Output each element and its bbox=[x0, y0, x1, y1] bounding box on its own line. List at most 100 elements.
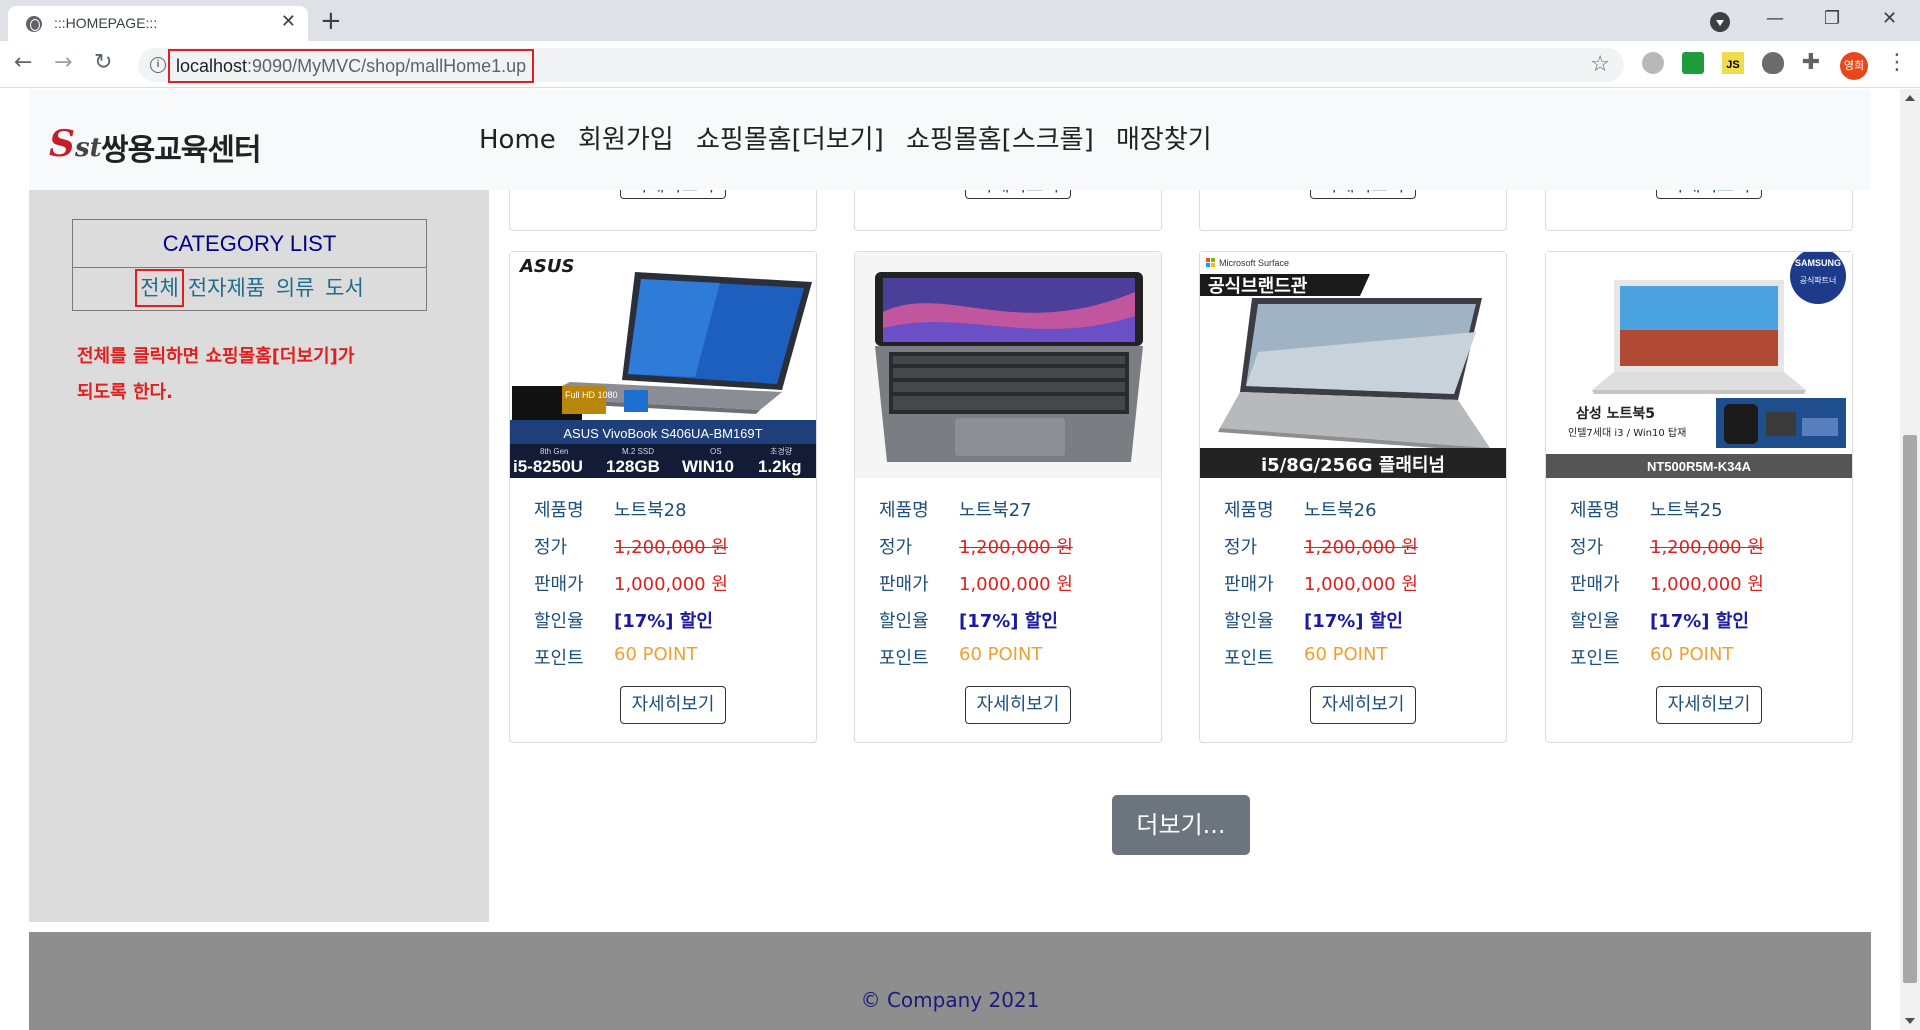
spec-head: M.2 SSD bbox=[622, 447, 654, 456]
footer-copyright: © Company 2021 bbox=[860, 988, 1040, 1012]
site-footer: © Company 2021 bbox=[29, 932, 1871, 1030]
product-name: 노트북26 bbox=[1304, 500, 1377, 521]
product-image[interactable]: Microsoft Surface 공식브랜드관 i5/8G/256G 플래티넘 bbox=[1200, 252, 1506, 478]
product-badge: 공식파트너 bbox=[1800, 275, 1837, 285]
tab-search-icon[interactable] bbox=[1710, 12, 1730, 32]
nav-home[interactable]: Home bbox=[479, 125, 556, 155]
page-container: CATEGORY LIST 전체 전자제품 의류 도서 전체를 클릭하면 쇼핑몰홈… bbox=[29, 89, 1871, 1030]
name-label: 제품명 bbox=[1570, 500, 1620, 521]
name-label: 제품명 bbox=[534, 500, 584, 521]
product-price: 1,200,000 원 bbox=[959, 537, 1073, 558]
category-note-line1: 전체를 클릭하면 쇼핑몰홈[더보기]가 bbox=[77, 346, 355, 367]
product-price: 1,200,000 원 bbox=[1650, 537, 1764, 558]
product-banner: 공식브랜드관 bbox=[1208, 276, 1308, 297]
detail-button[interactable]: 자세히보기 bbox=[1656, 686, 1762, 724]
product-image[interactable] bbox=[855, 252, 1161, 478]
page-scrollbar[interactable] bbox=[1900, 89, 1920, 1030]
browser-tab[interactable]: :::HOMEPAGE::: ✕ bbox=[8, 6, 308, 41]
back-icon[interactable]: ← bbox=[14, 50, 32, 76]
product-sale-price: 1,000,000 원 bbox=[1304, 574, 1418, 595]
minimize-icon[interactable]: — bbox=[1766, 8, 1784, 29]
product-card: 제품명 노트북27 정가 1,200,000 원 판매가 1,000,000 원 할인… bbox=[854, 251, 1162, 743]
spec-head: OS bbox=[710, 447, 722, 456]
scroll-up-icon[interactable] bbox=[1905, 95, 1915, 101]
site-info-icon[interactable]: i bbox=[150, 57, 166, 73]
product-model: ASUS VivoBook S406UA-BM169T bbox=[563, 426, 762, 441]
category-electronics[interactable]: 전자제품 bbox=[188, 276, 265, 300]
site-header: Sst 쌍용교육센터 Home 회원가입 쇼핑몰홈[더보기] 쇼핑몰홈[스크롤]… bbox=[29, 89, 1871, 190]
nav-signup[interactable]: 회원가입 bbox=[578, 125, 674, 155]
spec-value: i5-8250U bbox=[513, 457, 583, 476]
sale-label: 판매가 bbox=[1224, 574, 1274, 595]
forward-icon[interactable]: → bbox=[54, 50, 72, 76]
nav-shop-more[interactable]: 쇼핑몰홈[더보기] bbox=[696, 125, 884, 155]
browser-tab-bar: :::HOMEPAGE::: ✕ + — ❐ ✕ bbox=[0, 0, 1920, 41]
point-label: 포인트 bbox=[1224, 648, 1274, 669]
extension-green-icon[interactable] bbox=[1682, 52, 1704, 74]
product-point: 60 POINT bbox=[959, 644, 1043, 665]
nav-shop-scroll[interactable]: 쇼핑몰홈[스크롤] bbox=[906, 125, 1094, 155]
product-card: Microsoft Surface 공식브랜드관 i5/8G/256G 플래티넘… bbox=[1199, 251, 1507, 743]
restore-icon[interactable]: ❐ bbox=[1824, 8, 1840, 29]
detail-button[interactable]: 자세히보기 bbox=[620, 686, 726, 724]
product-point: 60 POINT bbox=[1650, 644, 1734, 665]
detail-button[interactable]: 자세히보기 bbox=[1310, 686, 1416, 724]
product-sale-price: 1,000,000 원 bbox=[959, 574, 1073, 595]
product-subtitle: 인텔7세대 i3 / Win10 탑재 bbox=[1568, 427, 1686, 439]
product-card: ASUS Full HD 1080 ASUS VivoBook S406UA-B… bbox=[509, 251, 817, 743]
new-tab-icon[interactable]: + bbox=[320, 6, 342, 36]
rate-label: 할인율 bbox=[534, 611, 584, 632]
product-badge: Full HD 1080 bbox=[565, 390, 618, 400]
sale-label: 판매가 bbox=[534, 574, 584, 595]
product-sale-price: 1,000,000 원 bbox=[614, 574, 728, 595]
price-label: 정가 bbox=[879, 537, 913, 558]
tab-close-icon[interactable]: ✕ bbox=[281, 12, 296, 32]
tab-title: :::HOMEPAGE::: bbox=[54, 15, 158, 31]
category-clothing[interactable]: 의류 bbox=[276, 276, 315, 300]
page-viewport: CATEGORY LIST 전체 전자제품 의류 도서 전체를 클릭하면 쇼핑몰홈… bbox=[0, 89, 1900, 1030]
bookmark-star-icon[interactable]: ☆ bbox=[1590, 52, 1610, 77]
scroll-down-icon[interactable] bbox=[1905, 1018, 1915, 1024]
spec-value: WIN10 bbox=[682, 457, 734, 476]
category-note: 전체를 클릭하면 쇼핑몰홈[더보기]가 되도록 한다. bbox=[77, 339, 437, 411]
profile-avatar[interactable]: 영희 bbox=[1840, 52, 1868, 80]
product-point: 60 POINT bbox=[614, 644, 698, 665]
rate-label: 할인율 bbox=[879, 611, 929, 632]
category-note-line2: 되도록 한다. bbox=[77, 382, 173, 403]
product-discount: [17%] 할인 bbox=[1650, 611, 1749, 632]
sale-label: 판매가 bbox=[879, 574, 929, 595]
url-text[interactable]: localhost:9090/MyMVC/shop/mallHome1.up bbox=[168, 49, 535, 83]
category-all[interactable]: 전체 bbox=[135, 269, 184, 307]
load-more-button[interactable]: 더보기... bbox=[1112, 795, 1250, 855]
product-price: 1,200,000 원 bbox=[614, 537, 728, 558]
product-discount: [17%] 할인 bbox=[614, 611, 713, 632]
category-books[interactable]: 도서 bbox=[325, 276, 364, 300]
extension-js-icon[interactable]: JS bbox=[1722, 52, 1744, 74]
product-discount: [17%] 할인 bbox=[1304, 611, 1403, 632]
browser-toolbar: ← → ↻ i localhost:9090/MyMVC/shop/mallHo… bbox=[0, 41, 1920, 88]
category-list-title: CATEGORY LIST bbox=[73, 220, 426, 268]
window-close-icon[interactable]: ✕ bbox=[1882, 8, 1897, 29]
extension-bug-icon[interactable] bbox=[1762, 52, 1784, 74]
product-image[interactable]: ASUS Full HD 1080 ASUS VivoBook S406UA-B… bbox=[510, 252, 816, 478]
address-bar[interactable]: i localhost:9090/MyMVC/shop/mallHome1.up… bbox=[138, 48, 1624, 83]
menu-kebab-icon[interactable]: ⋮ bbox=[1886, 50, 1908, 75]
extensions-puzzle-icon[interactable]: ✚ bbox=[1800, 52, 1822, 74]
category-list: CATEGORY LIST 전체 전자제품 의류 도서 bbox=[72, 219, 427, 311]
product-title: 삼성 노트북5 bbox=[1576, 406, 1655, 422]
price-label: 정가 bbox=[534, 537, 568, 558]
product-image[interactable]: SAMSUNG 공식파트너 삼성 노트북5 인텔7세대 i3 / Win10 탑… bbox=[1546, 252, 1852, 478]
product-brand: ASUS bbox=[518, 256, 574, 277]
globe-icon bbox=[26, 16, 42, 32]
nav-store-finder[interactable]: 매장찾기 bbox=[1116, 125, 1212, 155]
point-label: 포인트 bbox=[879, 648, 929, 669]
name-label: 제품명 bbox=[1224, 500, 1274, 521]
product-spec-banner: i5/8G/256G 플래티넘 bbox=[1261, 455, 1445, 476]
logo-mark-letter: S bbox=[49, 123, 75, 165]
extension-search-icon[interactable] bbox=[1642, 52, 1664, 74]
rate-label: 할인율 bbox=[1570, 611, 1620, 632]
reload-icon[interactable]: ↻ bbox=[94, 50, 112, 76]
scroll-thumb[interactable] bbox=[1903, 435, 1917, 983]
product-name: 노트북25 bbox=[1650, 500, 1723, 521]
detail-button[interactable]: 자세히보기 bbox=[965, 686, 1071, 724]
